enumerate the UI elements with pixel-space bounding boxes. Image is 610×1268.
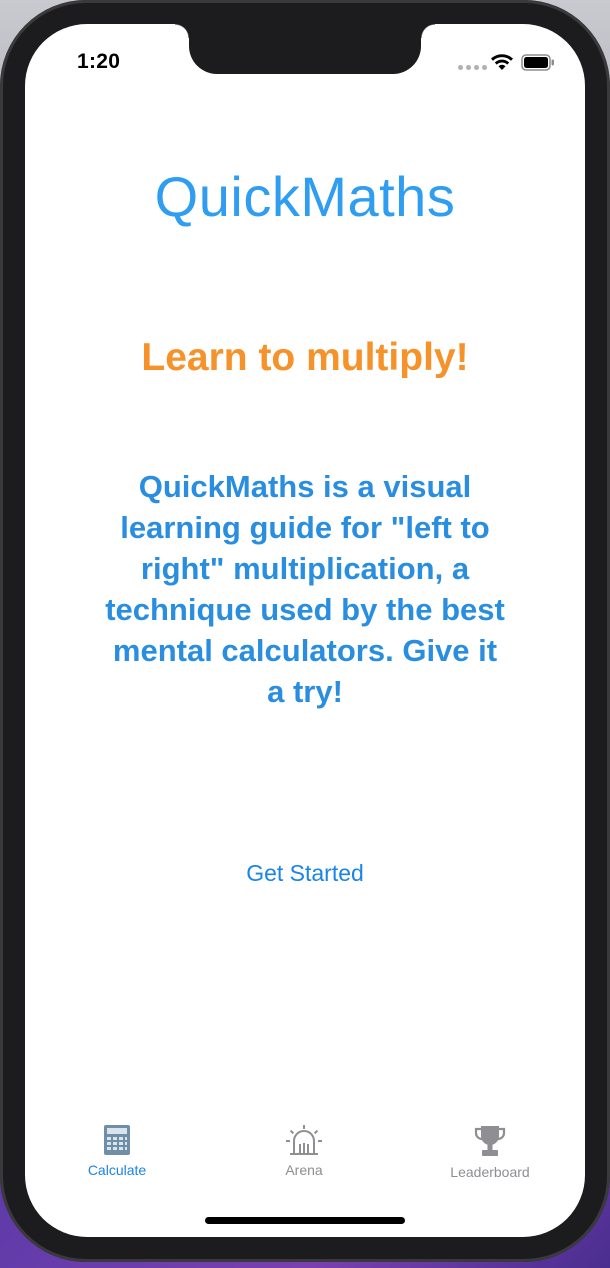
wifi-icon — [491, 54, 513, 70]
app-screen: 1:20 QuickMaths Learn to multiply! Quick… — [25, 24, 585, 1237]
tab-leaderboard-label: Leaderboard — [450, 1164, 530, 1180]
phone-frame: 1:20 QuickMaths Learn to multiply! Quick… — [0, 0, 610, 1262]
cellular-signal-icon — [458, 65, 487, 70]
tab-calculate[interactable]: Calculate — [47, 1124, 187, 1178]
status-time: 1:20 — [77, 50, 121, 73]
trophy-icon — [474, 1126, 506, 1156]
subtitle: Learn to multiply! — [141, 336, 469, 379]
notch — [175, 24, 435, 74]
tab-arena[interactable]: Arena — [234, 1124, 374, 1178]
tab-bar: Calculate Arena Leaderboard — [25, 1114, 585, 1194]
tab-leaderboard[interactable]: Leaderboard — [420, 1124, 560, 1180]
tab-calculate-label: Calculate — [87, 1162, 147, 1178]
home-indicator — [205, 1217, 405, 1224]
calculator-icon — [104, 1125, 130, 1155]
get-started-button[interactable]: Get Started — [205, 860, 405, 887]
arena-icon — [286, 1125, 322, 1155]
description-text: QuickMaths is a visual learning guide fo… — [105, 469, 505, 709]
app-title: QuickMaths — [154, 165, 456, 228]
tab-arena-label: Arena — [285, 1162, 323, 1178]
battery-icon — [521, 54, 554, 71]
